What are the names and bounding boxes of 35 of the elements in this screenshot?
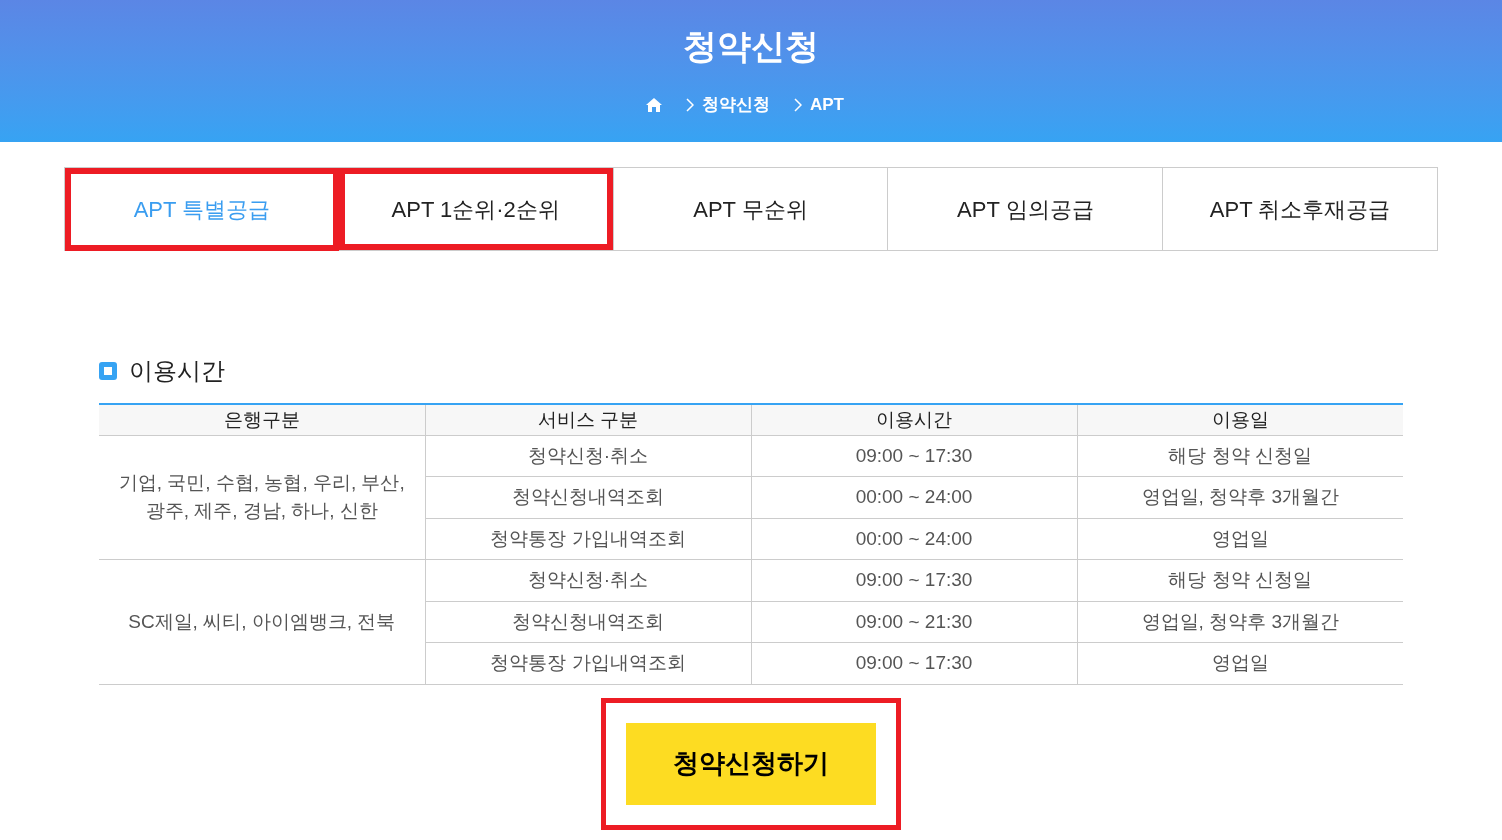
table-cell: 청약통장 가입내역조회 [425, 642, 751, 684]
table-cell: 청약신청내역조회 [425, 601, 751, 643]
tab[interactable]: APT 1순위·2순위 [338, 167, 614, 251]
column-header: 은행구분 [99, 404, 425, 435]
table-cell: 청약통장 가입내역조회 [425, 518, 751, 560]
table-cell: 00:00 ~ 24:00 [751, 518, 1077, 560]
table-cell: 해당 청약 신청일 [1077, 435, 1403, 477]
table-cell: 영업일, 청약후 3개월간 [1077, 476, 1403, 518]
tab[interactable]: APT 취소후재공급 [1163, 167, 1438, 251]
table-cell: 09:00 ~ 17:30 [751, 559, 1077, 601]
chevron-right-icon [686, 97, 694, 112]
home-icon[interactable] [646, 97, 662, 112]
page-title: 청약신청 [683, 26, 819, 67]
table-cell: 해당 청약 신청일 [1077, 559, 1403, 601]
square-bullet-icon [99, 362, 117, 380]
section-title: 이용시간 [129, 356, 225, 386]
table-cell: 영업일 [1077, 642, 1403, 684]
tab[interactable]: APT 임의공급 [888, 167, 1164, 251]
chevron-right-icon [794, 97, 802, 112]
table-cell: 00:00 ~ 24:00 [751, 476, 1077, 518]
tab[interactable]: APT 무순위 [613, 167, 889, 251]
table-cell: 기업, 국민, 수협, 농협, 우리, 부산, 광주, 제주, 경남, 하나, 신한 [99, 435, 425, 560]
table-cell: 청약신청내역조회 [425, 476, 751, 518]
table-cell: 청약신청·취소 [425, 435, 751, 477]
column-header: 이용일 [1077, 404, 1403, 435]
table-cell: 영업일, 청약후 3개월간 [1077, 601, 1403, 643]
table-cell: 청약신청·취소 [425, 559, 751, 601]
column-header: 이용시간 [751, 404, 1077, 435]
table-cell: 09:00 ~ 21:30 [751, 601, 1077, 643]
apply-button[interactable]: 청약신청하기 [626, 722, 876, 805]
table-cell: SC제일, 씨티, 아이엠뱅크, 전북 [99, 559, 425, 684]
column-header: 서비스 구분 [425, 404, 751, 435]
table-cell: 영업일 [1077, 518, 1403, 560]
table-cell: 09:00 ~ 17:30 [751, 642, 1077, 684]
table-cell: 09:00 ~ 17:30 [751, 435, 1077, 477]
